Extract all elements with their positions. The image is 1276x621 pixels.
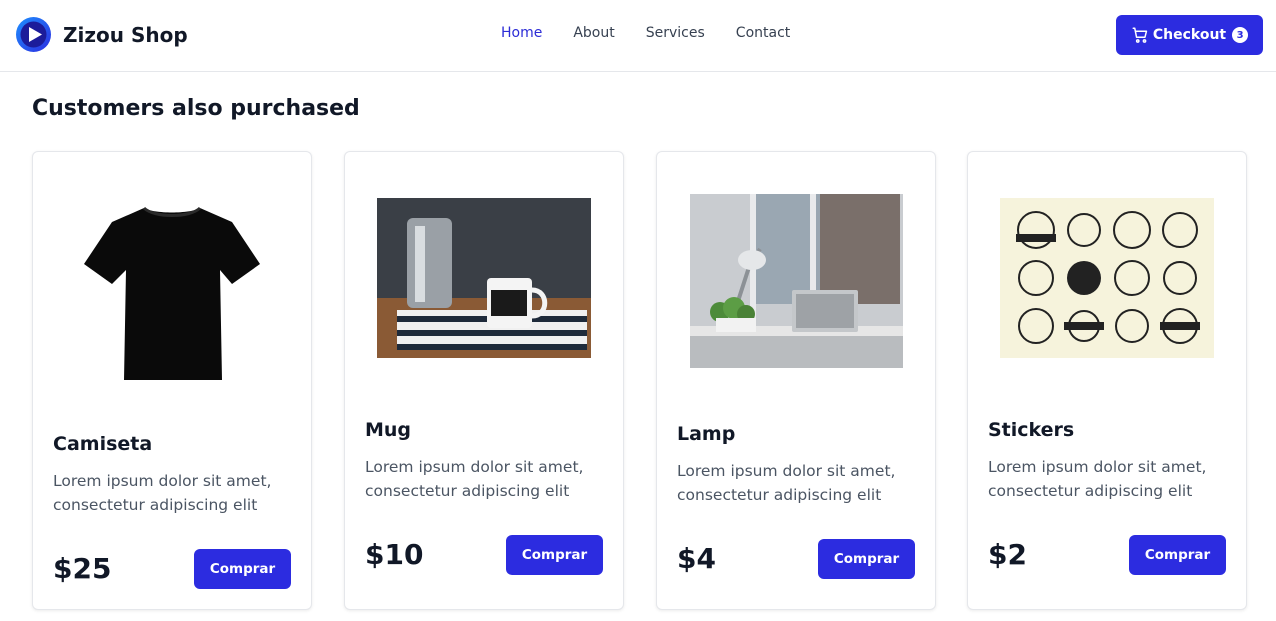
buy-button[interactable]: Comprar	[1129, 535, 1226, 575]
buy-button[interactable]: Comprar	[818, 539, 915, 579]
nav-link-about[interactable]: About	[573, 25, 614, 41]
product-image	[657, 194, 935, 368]
cart-count-badge: 3	[1232, 27, 1249, 43]
play-logo-icon	[16, 17, 51, 52]
product-card: Mug Lorem ipsum dolor sit amet, consecte…	[344, 151, 624, 610]
product-description: Lorem ipsum dolor sit amet, consectetur …	[988, 458, 1207, 500]
product-price: $2	[988, 538, 1027, 571]
product-name: Camiseta	[53, 433, 153, 455]
product-name: Stickers	[988, 419, 1075, 441]
nav-link-services[interactable]: Services	[646, 25, 705, 41]
navbar: Zizou Shop Home About Services Contact C…	[0, 0, 1276, 72]
product-card: Lamp Lorem ipsum dolor sit amet, consect…	[656, 151, 936, 610]
product-image	[968, 198, 1246, 358]
nav-link-contact[interactable]: Contact	[736, 25, 790, 41]
buy-button[interactable]: Comprar	[506, 535, 603, 575]
tshirt-image	[84, 206, 260, 380]
product-description: Lorem ipsum dolor sit amet, consectetur …	[53, 472, 272, 514]
buy-button[interactable]: Comprar	[194, 549, 291, 589]
product-description: Lorem ipsum dolor sit amet, consectetur …	[677, 462, 896, 504]
product-description: Lorem ipsum dolor sit amet, consectetur …	[365, 458, 584, 500]
desk-lamp-image	[689, 194, 903, 368]
product-image	[33, 204, 311, 382]
brand-name: Zizou Shop	[63, 22, 188, 47]
product-price: $25	[53, 552, 112, 585]
checkout-label: Checkout	[1152, 27, 1227, 43]
coffee-mug-image	[377, 198, 591, 358]
stickers-image	[1000, 198, 1214, 358]
product-price: $4	[677, 542, 716, 575]
section-title: Customers also purchased	[32, 96, 360, 121]
checkout-button[interactable]: Checkout 3	[1116, 15, 1263, 55]
product-name: Mug	[365, 419, 412, 441]
brand[interactable]: Zizou Shop	[16, 17, 188, 52]
nav-link-home[interactable]: Home	[501, 25, 542, 41]
cart-icon	[1132, 27, 1148, 43]
product-card: Stickers Lorem ipsum dolor sit amet, con…	[967, 151, 1247, 610]
product-card: Camiseta Lorem ipsum dolor sit amet, con…	[32, 151, 312, 610]
product-image	[345, 198, 623, 358]
product-price: $10	[365, 538, 424, 571]
product-name: Lamp	[677, 423, 736, 445]
nav-links: Home About Services Contact	[501, 25, 821, 41]
